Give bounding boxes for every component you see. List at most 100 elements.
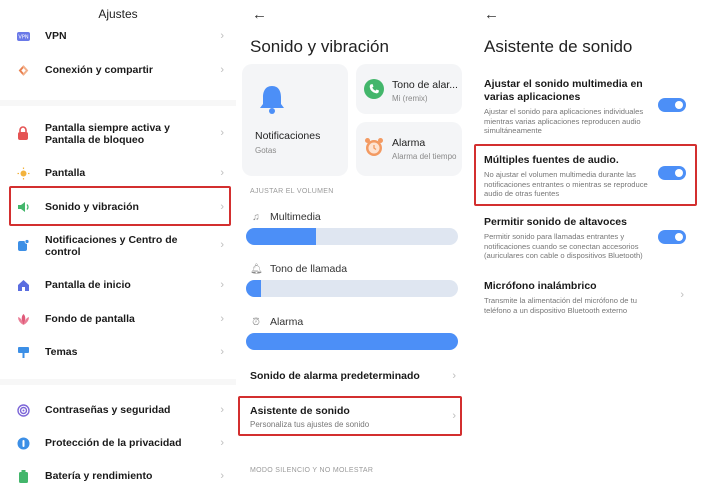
option-title: Micrófono inalámbrico	[484, 280, 597, 292]
back-arrow-icon[interactable]: ←	[252, 6, 267, 23]
option-description: Ajustar el sonido para aplicaciones indi…	[484, 107, 644, 135]
highlight-box	[9, 186, 231, 226]
section-divider	[0, 379, 236, 385]
settings-item-themes[interactable]: Temas ›	[0, 344, 236, 360]
notification-icon	[16, 238, 30, 252]
settings-item-vpn[interactable]: VPN VPN ›	[0, 28, 236, 44]
option-description: Transmite la alimentación del micrófono …	[484, 296, 637, 315]
chevron-right-icon: ›	[220, 64, 224, 76]
option-speaker-sound[interactable]: Permitir sonido de altavoces Permitir so…	[484, 216, 690, 261]
option-description: Permitir sonido para llamadas entrantes …	[484, 232, 643, 260]
settings-item-label: Temas	[45, 346, 78, 358]
settings-item-label: Pantalla siempre activa y Pantalla de bl…	[45, 122, 170, 146]
alarm-clock-icon	[364, 137, 384, 162]
flower-icon	[16, 312, 30, 326]
privacy-icon	[16, 436, 30, 450]
card-title: Tono de alar...	[392, 79, 458, 91]
toggle-knob	[675, 101, 683, 109]
chevron-right-icon: ›	[220, 127, 224, 139]
card-title: Notificaciones	[255, 130, 321, 142]
ringtone-volume-slider[interactable]	[246, 280, 458, 297]
svg-text:VPN: VPN	[18, 34, 28, 40]
chevron-right-icon: ›	[220, 239, 224, 251]
chevron-right-icon: ›	[220, 30, 224, 42]
row-title: Sonido de alarma predeterminado	[250, 370, 420, 382]
lock-icon	[16, 126, 30, 140]
card-title: Alarma	[392, 137, 426, 149]
alarm-card[interactable]: Alarma Alarma del tiempo	[356, 122, 462, 176]
settings-item-lock-screen[interactable]: Pantalla siempre activa y Pantalla de bl…	[0, 121, 236, 147]
vpn-icon: VPN	[16, 29, 30, 43]
settings-item-display[interactable]: Pantalla ›	[0, 165, 236, 181]
speaker-sound-toggle[interactable]	[658, 230, 686, 244]
page-title: Asistente de sonido	[484, 37, 633, 56]
alarm-small-icon: ⏰︎	[252, 316, 260, 328]
chevron-right-icon: ›	[220, 313, 224, 325]
default-alarm-sound-row[interactable]: Sonido de alarma predeterminado ›	[250, 370, 456, 382]
settings-item-label: Batería y rendimiento	[45, 470, 153, 482]
chevron-right-icon: ›	[220, 404, 224, 416]
battery-icon	[16, 469, 30, 483]
notification-sound-card[interactable]: Notificaciones Gotas	[242, 64, 348, 176]
chevron-right-icon: ›	[220, 279, 224, 291]
chevron-right-icon: ›	[220, 346, 224, 358]
option-wireless-microphone[interactable]: Micrófono inalámbrico Transmite la alime…	[484, 280, 690, 315]
settings-item-label: Protección de la privacidad	[45, 437, 182, 449]
card-subtitle: Mi (remix)	[392, 94, 428, 103]
section-divider	[0, 100, 236, 106]
option-title: Ajustar el sonido multimedia en varias a…	[484, 78, 643, 103]
slider-fill	[246, 228, 316, 245]
bell-small-icon: 🔔︎	[250, 263, 263, 275]
settings-item-label: Notificaciones y Centro de control	[45, 234, 178, 258]
slider-fill	[246, 333, 458, 350]
sound-panel: ← Sonido y vibración Notificaciones Gota…	[236, 0, 470, 494]
highlight-box	[238, 396, 462, 436]
settings-item-notifications[interactable]: Notificaciones y Centro de control ›	[0, 233, 236, 259]
fingerprint-icon	[16, 403, 30, 417]
card-subtitle: Gotas	[255, 146, 277, 155]
option-multi-app-volume[interactable]: Ajustar el sonido multimedia en varias a…	[484, 78, 690, 136]
alarm-volume-slider[interactable]	[246, 333, 458, 350]
settings-item-connection[interactable]: Conexión y compartir ›	[0, 62, 236, 78]
ringtone-card[interactable]: Tono de alar... Mi (remix)	[356, 64, 462, 114]
chevron-right-icon: ›	[680, 289, 684, 301]
settings-item-label: Conexión y compartir	[45, 64, 153, 76]
settings-item-label: Fondo de pantalla	[45, 313, 135, 325]
volume-label-media: ♫ Multimedia	[250, 211, 321, 223]
brush-icon	[16, 345, 30, 359]
toggle-knob	[675, 233, 683, 241]
settings-item-privacy[interactable]: Protección de la privacidad ›	[0, 435, 236, 451]
chevron-right-icon: ›	[220, 437, 224, 449]
settings-item-home-screen[interactable]: Pantalla de inicio ›	[0, 277, 236, 293]
highlight-box	[474, 144, 697, 206]
sun-icon	[16, 166, 30, 180]
chevron-right-icon: ›	[220, 470, 224, 482]
settings-item-wallpaper[interactable]: Fondo de pantalla ›	[0, 311, 236, 327]
media-volume-slider[interactable]	[246, 228, 458, 245]
settings-item-label: Pantalla	[45, 167, 86, 179]
volume-section-header: AJUSTAR EL VOLUMEN	[250, 188, 334, 195]
chevron-right-icon: ›	[452, 370, 456, 382]
multi-app-volume-toggle[interactable]	[658, 98, 686, 112]
slider-fill	[246, 280, 261, 297]
chevron-right-icon: ›	[220, 167, 224, 179]
option-title: Permitir sonido de altavoces	[484, 216, 627, 228]
settings-item-label: Contraseñas y seguridad	[45, 404, 171, 416]
settings-item-label: VPN	[45, 30, 67, 42]
phone-icon	[364, 79, 384, 104]
connection-icon	[16, 63, 30, 77]
bell-icon	[258, 84, 286, 119]
music-note-icon: ♫	[252, 211, 260, 223]
sound-assistant-panel: ← Asistente de sonido Ajustar el sonido …	[470, 0, 702, 494]
back-arrow-icon[interactable]: ←	[484, 6, 499, 23]
volume-label-alarm: ⏰︎ Alarma	[250, 316, 303, 328]
card-subtitle: Alarma del tiempo	[392, 152, 457, 161]
home-icon	[16, 278, 30, 292]
silent-section-header: MODO SILENCIO Y NO MOLESTAR	[250, 467, 374, 474]
page-title: Sonido y vibración	[250, 37, 389, 56]
settings-panel: Ajustes VPN VPN › Conexión y compartir ›…	[0, 0, 236, 494]
settings-item-battery[interactable]: Batería y rendimiento ›	[0, 468, 236, 484]
page-title: Ajustes	[98, 7, 138, 21]
settings-item-label: Pantalla de inicio	[45, 279, 131, 291]
settings-item-passwords[interactable]: Contraseñas y seguridad ›	[0, 402, 236, 418]
